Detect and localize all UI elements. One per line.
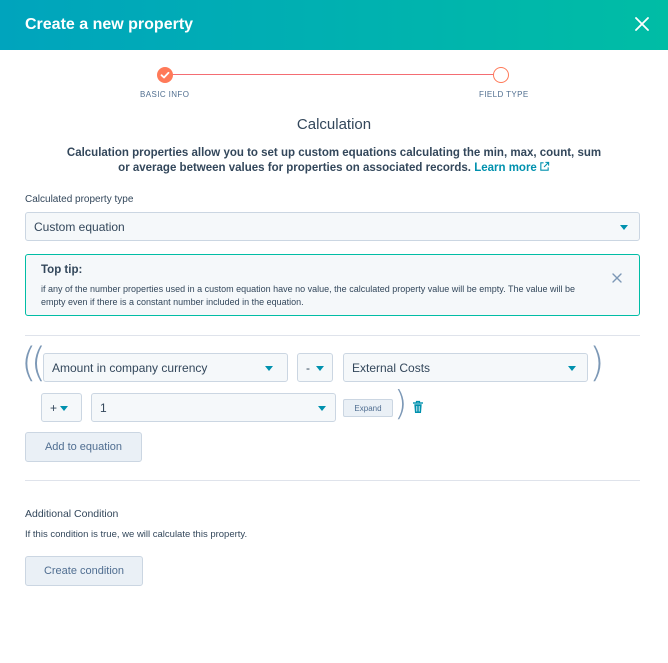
create-condition-button[interactable]: Create condition (25, 556, 143, 586)
learn-more-link[interactable]: Learn more (474, 161, 550, 174)
tip-title: Top tip: (41, 264, 83, 276)
chevron-down-icon (316, 366, 324, 371)
calculation-description: Calculation properties allow you to set … (60, 146, 608, 176)
chevron-down-icon (318, 406, 326, 411)
operator-value: + (50, 400, 58, 415)
operand-select[interactable]: Amount in company currency (43, 353, 288, 382)
open-parentheses: (( (21, 340, 46, 386)
expand-button[interactable]: Expand (343, 399, 393, 417)
step-label-field-type: FIELD TYPE (479, 90, 529, 99)
calc-type-label: Calculated property type (25, 194, 134, 205)
additional-condition-text: If this condition is true, we will calcu… (25, 529, 248, 540)
additional-condition-title: Additional Condition (25, 508, 119, 520)
close-icon[interactable] (632, 14, 652, 34)
close-parenthesis: ) (394, 384, 408, 424)
chevron-down-icon (60, 406, 68, 411)
chevron-down-icon (568, 366, 576, 371)
operand-select[interactable]: 1 (91, 393, 336, 422)
divider (25, 480, 640, 481)
top-tip-alert: Top tip: if any of the number properties… (25, 254, 640, 316)
calc-type-select[interactable]: Custom equation (25, 212, 640, 241)
section-title: Calculation (296, 116, 372, 133)
add-to-equation-button[interactable]: Add to equation (25, 432, 142, 462)
step-label-basic-info: BASIC INFO (140, 90, 190, 99)
operand-value: External Costs (352, 360, 431, 375)
check-icon (160, 71, 170, 79)
chevron-down-icon (265, 366, 273, 371)
step-complete-icon (157, 67, 173, 83)
step-current-icon (493, 67, 509, 83)
calc-type-value: Custom equation (34, 219, 125, 234)
close-icon[interactable] (611, 272, 623, 284)
operand-select[interactable]: External Costs (343, 353, 588, 382)
progress-stepper: BASIC INFO FIELD TYPE (0, 64, 668, 104)
modal-header: Create a new property (0, 0, 668, 50)
trash-icon[interactable] (412, 400, 424, 414)
operand-value: Amount in company currency (52, 360, 208, 375)
operator-select[interactable]: - (297, 353, 333, 382)
tip-text: if any of the number properties used in … (41, 284, 575, 307)
create-condition-label: Create condition (43, 565, 125, 577)
expand-label: Expand (354, 403, 382, 413)
modal-title: Create a new property (25, 16, 194, 33)
add-to-equation-label: Add to equation (44, 441, 123, 453)
learn-more-label: Learn more (474, 162, 537, 174)
operator-value: - (306, 360, 310, 375)
operand-value: 1 (100, 400, 107, 415)
chevron-down-icon (620, 225, 628, 230)
external-link-icon (540, 161, 550, 171)
stepper-line (172, 74, 494, 75)
operator-select[interactable]: + (41, 393, 82, 422)
divider (25, 335, 640, 336)
close-parenthesis: ) (589, 340, 605, 386)
